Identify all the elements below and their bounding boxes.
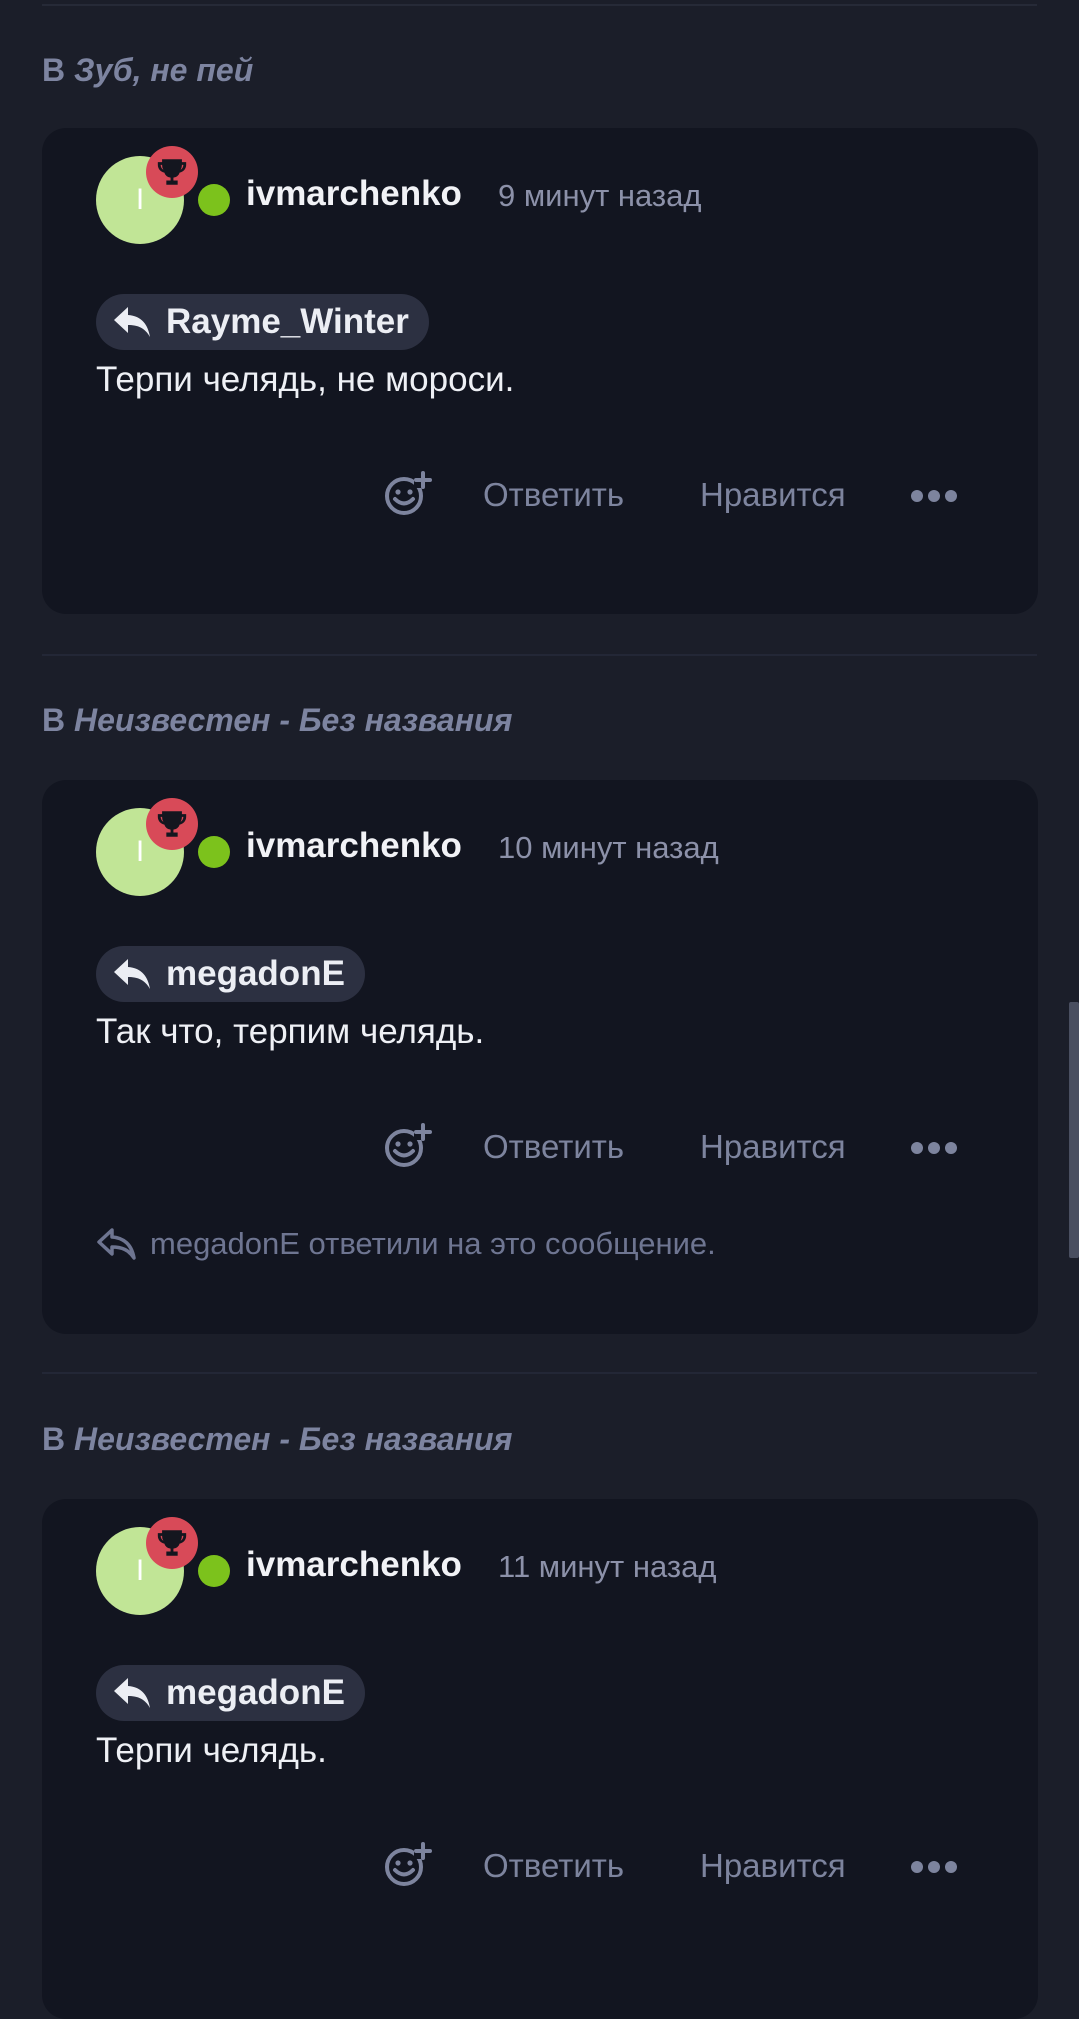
topic-prefix: В bbox=[42, 52, 66, 88]
trophy-icon bbox=[146, 1517, 198, 1569]
reply-arrow-icon bbox=[114, 307, 150, 337]
message-text: Терпи челядь. bbox=[96, 1731, 327, 1770]
action-bar: Ответить Нравится bbox=[42, 468, 1038, 528]
reply-to-chip[interactable]: megadonE bbox=[96, 1665, 365, 1721]
reply-arrow-icon bbox=[97, 1228, 136, 1260]
topic-prefix: В bbox=[42, 1421, 66, 1457]
replied-note-text: megadonE ответили на это сообщение. bbox=[150, 1226, 716, 1261]
divider bbox=[42, 654, 1037, 656]
timestamp: 11 минут назад bbox=[498, 1549, 717, 1584]
comment-card: I ivmarchenko 9 минут назад Rayme_Winter… bbox=[42, 128, 1038, 614]
reply-to-username: megadonE bbox=[166, 954, 345, 993]
reply-to-username: Rayme_Winter bbox=[166, 302, 409, 341]
topic-prefix: В bbox=[42, 702, 66, 738]
more-dots-icon[interactable] bbox=[910, 1138, 958, 1158]
timestamp: 9 минут назад bbox=[498, 178, 702, 213]
username[interactable]: ivmarchenko bbox=[246, 1545, 462, 1585]
scrollbar[interactable] bbox=[1069, 1002, 1079, 1258]
avatar[interactable]: I bbox=[96, 798, 230, 898]
reply-button[interactable]: Ответить bbox=[483, 1847, 624, 1885]
reply-button[interactable]: Ответить bbox=[483, 476, 624, 514]
add-reaction-icon[interactable] bbox=[382, 468, 434, 520]
trophy-icon bbox=[146, 146, 198, 198]
comment-card: I ivmarchenko 11 минут назад megadonE Те… bbox=[42, 1499, 1038, 2019]
topic-title[interactable]: Неизвестен - Без названия bbox=[74, 1421, 512, 1457]
action-bar: Ответить Нравится bbox=[42, 1120, 1038, 1180]
topic-heading[interactable]: В Неизвестен - Без названия bbox=[42, 1421, 512, 1458]
topic-heading[interactable]: В Неизвестен - Без названия bbox=[42, 702, 512, 739]
like-button[interactable]: Нравится bbox=[700, 1847, 846, 1885]
online-status-dot bbox=[198, 1555, 230, 1587]
online-status-dot bbox=[198, 184, 230, 216]
avatar[interactable]: I bbox=[96, 146, 230, 246]
reply-to-chip[interactable]: megadonE bbox=[96, 946, 365, 1002]
reply-button[interactable]: Ответить bbox=[483, 1128, 624, 1166]
message-text: Терпи челядь, не мороси. bbox=[96, 360, 515, 399]
action-bar: Ответить Нравится bbox=[42, 1839, 1038, 1899]
like-button[interactable]: Нравится bbox=[700, 1128, 846, 1166]
reply-arrow-icon bbox=[114, 959, 150, 989]
username[interactable]: ivmarchenko bbox=[246, 174, 462, 214]
avatar[interactable]: I bbox=[96, 1517, 230, 1617]
comment-card: I ivmarchenko 10 минут назад megadonE Та… bbox=[42, 780, 1038, 1334]
timestamp: 10 минут назад bbox=[498, 830, 719, 865]
top-divider bbox=[42, 4, 1037, 6]
more-dots-icon[interactable] bbox=[910, 486, 958, 506]
topic-title[interactable]: Зуб, не пей bbox=[74, 52, 253, 88]
like-button[interactable]: Нравится bbox=[700, 476, 846, 514]
topic-title[interactable]: Неизвестен - Без названия bbox=[74, 702, 512, 738]
add-reaction-icon[interactable] bbox=[382, 1839, 434, 1891]
username[interactable]: ivmarchenko bbox=[246, 826, 462, 866]
trophy-icon bbox=[146, 798, 198, 850]
message-text: Так что, терпим челядь. bbox=[96, 1012, 485, 1051]
divider bbox=[42, 1372, 1037, 1374]
topic-heading[interactable]: В Зуб, не пей bbox=[42, 52, 253, 89]
reply-arrow-icon bbox=[114, 1678, 150, 1708]
online-status-dot bbox=[198, 836, 230, 868]
reply-to-chip[interactable]: Rayme_Winter bbox=[96, 294, 429, 350]
replies-link[interactable]: megadonE ответили на это сообщение. bbox=[96, 1226, 716, 1262]
add-reaction-icon[interactable] bbox=[382, 1120, 434, 1172]
more-dots-icon[interactable] bbox=[910, 1857, 958, 1877]
reply-to-username: megadonE bbox=[166, 1673, 345, 1712]
